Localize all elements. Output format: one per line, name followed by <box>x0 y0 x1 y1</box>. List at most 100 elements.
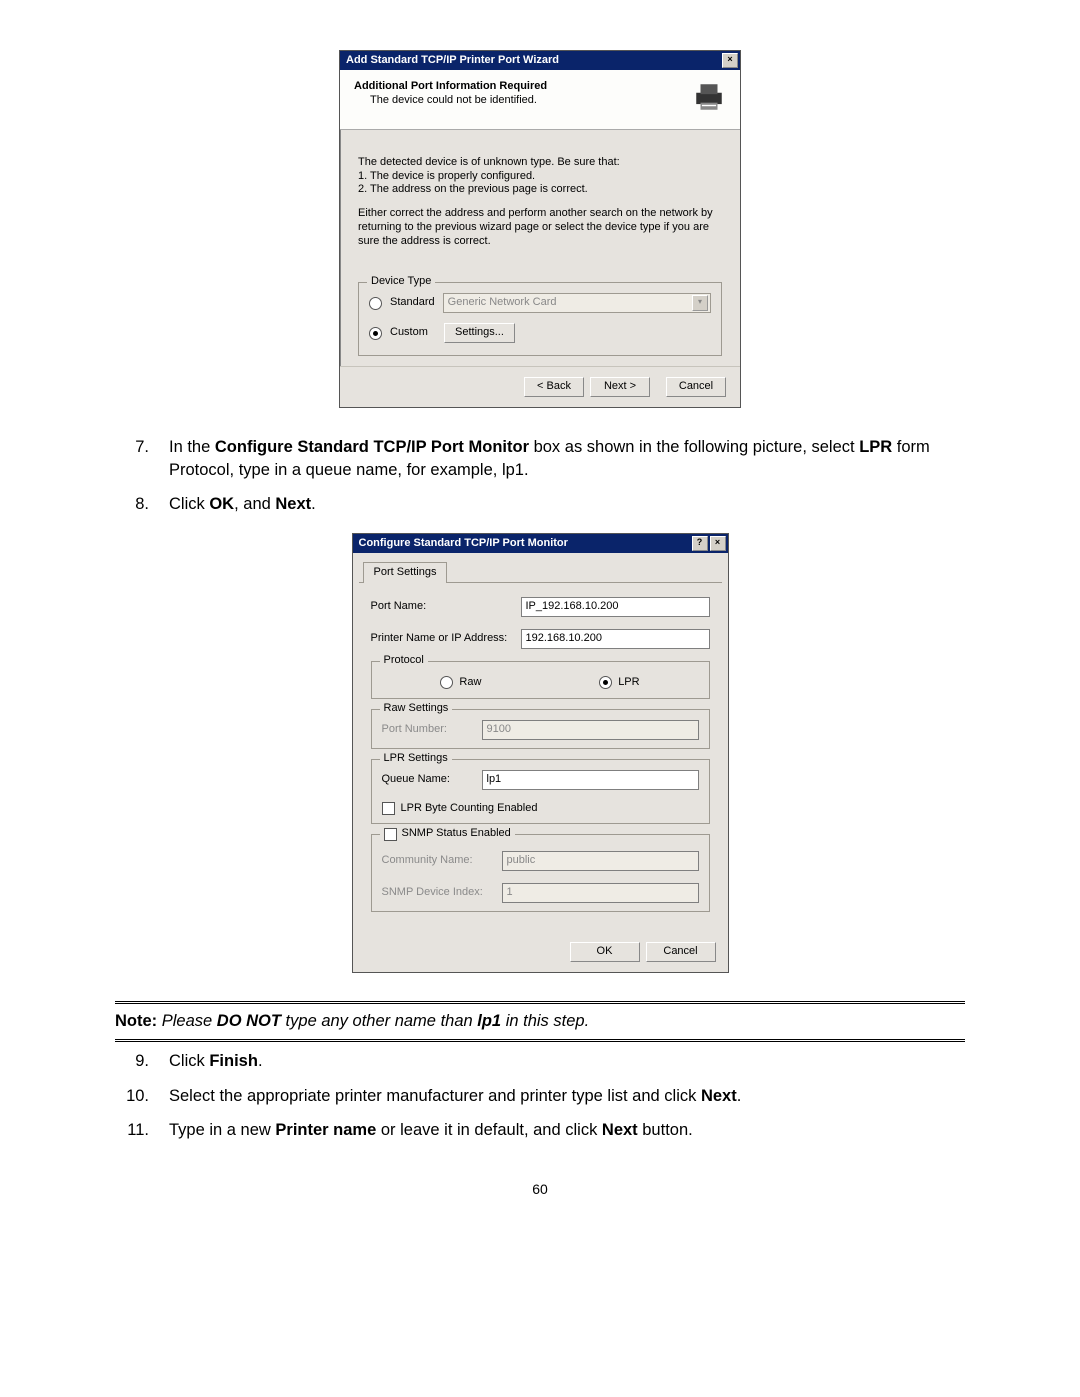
queue-name-input[interactable]: lp1 <box>482 770 699 790</box>
step-7-bold-2: LPR <box>859 438 892 456</box>
raw-settings-legend: Raw Settings <box>380 702 453 716</box>
wizard-title-text: Add Standard TCP/IP Printer Port Wizard <box>346 54 559 68</box>
step-8-bold-1: OK <box>209 495 234 513</box>
step-10-bold: Next <box>701 1087 737 1105</box>
wizard-header-sub: The device could not be identified. <box>370 94 547 108</box>
radio-standard-label: Standard <box>390 296 435 310</box>
note-post: in this step. <box>501 1012 589 1030</box>
raw-port-label: Port Number: <box>382 723 482 737</box>
msg-intro: The detected device is of unknown type. … <box>358 156 722 170</box>
step-8-text-c: . <box>311 495 316 513</box>
step-10-number: 10. <box>115 1085 149 1107</box>
device-type-fieldset: Device Type Standard Generic Network Car… <box>358 282 722 356</box>
queue-name-value: lp1 <box>487 773 502 787</box>
step-8-text-a: Click <box>169 495 209 513</box>
cancel-button[interactable]: Cancel <box>646 942 716 962</box>
note-lp1: lp1 <box>477 1012 501 1030</box>
snmp-fieldset: SNMP Status Enabled Community Name: publ… <box>371 834 710 912</box>
printer-icon <box>692 80 726 119</box>
wizard-header: Additional Port Information Required The… <box>340 70 740 130</box>
next-button[interactable]: Next > <box>590 377 650 397</box>
tab-panel: Port Name: IP_192.168.10.200 Printer Nam… <box>359 582 722 933</box>
lpr-settings-fieldset: LPR Settings Queue Name: lp1 LPR Byte Co… <box>371 759 710 825</box>
wizard-titlebar: Add Standard TCP/IP Printer Port Wizard … <box>340 51 740 70</box>
lpr-byte-label: LPR Byte Counting Enabled <box>401 802 538 816</box>
port-monitor-footer: OK Cancel <box>353 932 728 972</box>
snmp-enabled-label: SNMP Status Enabled <box>402 827 511 841</box>
raw-port-input: 9100 <box>482 720 699 740</box>
wizard-header-title: Additional Port Information Required <box>354 80 547 94</box>
step-8: 8. Click OK, and Next. <box>115 493 965 515</box>
radio-custom-label: Custom <box>390 326 436 340</box>
snmp-enabled-checkbox[interactable] <box>384 828 397 841</box>
step-11-text-b: or leave it in default, and click <box>376 1121 602 1139</box>
port-name-value: IP_192.168.10.200 <box>526 600 619 614</box>
snmp-index-label: SNMP Device Index: <box>382 886 502 900</box>
divider-bottom <box>115 1039 965 1042</box>
ip-address-label: Printer Name or IP Address: <box>371 632 521 646</box>
step-7-text-b: box as shown in the following picture, s… <box>529 438 859 456</box>
step-8-text-b: , and <box>234 495 275 513</box>
note-mid1: Please <box>157 1012 217 1030</box>
step-7-bold-1: Configure Standard TCP/IP Port Monitor <box>215 438 529 456</box>
step-9-text-a: Click <box>169 1052 209 1070</box>
port-monitor-title-text: Configure Standard TCP/IP Port Monitor <box>359 537 568 551</box>
lpr-settings-legend: LPR Settings <box>380 752 452 766</box>
step-10-text-b: . <box>737 1087 742 1105</box>
step-11-text-a: Type in a new <box>169 1121 275 1139</box>
divider-top <box>115 1001 965 1004</box>
msg-bullet-1: 1. The device is properly configured. <box>358 170 722 184</box>
ok-button[interactable]: OK <box>570 942 640 962</box>
step-10-text-a: Select the appropriate printer manufactu… <box>169 1087 701 1105</box>
community-name-input: public <box>502 851 699 871</box>
note-line: Note: Please DO NOT type any other name … <box>115 1012 965 1031</box>
step-7-text-a: In the <box>169 438 215 456</box>
wizard-footer: < Back Next > Cancel <box>340 366 740 407</box>
radio-lpr-label: LPR <box>618 676 639 690</box>
close-icon[interactable]: × <box>722 53 738 68</box>
cancel-button[interactable]: Cancel <box>666 377 726 397</box>
wizard-body: The detected device is of unknown type. … <box>340 130 740 367</box>
queue-name-label: Queue Name: <box>382 773 482 787</box>
port-name-input[interactable]: IP_192.168.10.200 <box>521 597 710 617</box>
back-button[interactable]: < Back <box>524 377 584 397</box>
step-11-number: 11. <box>115 1119 149 1141</box>
raw-port-value: 9100 <box>487 723 511 737</box>
radio-raw[interactable] <box>440 676 453 689</box>
step-7-number: 7. <box>115 436 149 481</box>
snmp-index-input: 1 <box>502 883 699 903</box>
ip-address-input[interactable]: 192.168.10.200 <box>521 629 710 649</box>
note-mid2: type any other name than <box>281 1012 477 1030</box>
close-icon[interactable]: × <box>710 536 726 551</box>
port-monitor-titlebar: Configure Standard TCP/IP Port Monitor ?… <box>353 534 728 553</box>
step-10: 10. Select the appropriate printer manuf… <box>115 1085 965 1107</box>
tab-port-settings[interactable]: Port Settings <box>363 562 448 583</box>
step-9: 9. Click Finish. <box>115 1050 965 1072</box>
lpr-byte-checkbox[interactable] <box>382 802 395 815</box>
chevron-down-icon[interactable]: ▾ <box>692 295 708 311</box>
community-name-label: Community Name: <box>382 854 502 868</box>
step-11-bold-1: Printer name <box>275 1121 376 1139</box>
port-monitor-dialog: Configure Standard TCP/IP Port Monitor ?… <box>352 533 729 973</box>
step-11-text-c: button. <box>638 1121 693 1139</box>
device-type-combo-value: Generic Network Card <box>448 296 557 310</box>
page-number: 60 <box>115 1181 965 1197</box>
wizard-dialog: Add Standard TCP/IP Printer Port Wizard … <box>339 50 741 408</box>
step-11-bold-2: Next <box>602 1121 638 1139</box>
steps-list-2: 9. Click Finish. 10. Select the appropri… <box>115 1050 965 1141</box>
radio-lpr[interactable] <box>599 676 612 689</box>
step-9-number: 9. <box>115 1050 149 1072</box>
settings-button[interactable]: Settings... <box>444 323 515 343</box>
community-name-value: public <box>507 854 536 868</box>
radio-raw-label: Raw <box>459 676 481 690</box>
radio-custom[interactable] <box>369 327 382 340</box>
device-type-combo[interactable]: Generic Network Card ▾ <box>443 293 711 313</box>
port-name-label: Port Name: <box>371 600 521 614</box>
help-icon[interactable]: ? <box>692 536 708 551</box>
step-8-number: 8. <box>115 493 149 515</box>
protocol-fieldset: Protocol Raw LPR <box>371 661 710 699</box>
radio-standard[interactable] <box>369 297 382 310</box>
step-9-text-b: . <box>258 1052 263 1070</box>
raw-settings-fieldset: Raw Settings Port Number: 9100 <box>371 709 710 749</box>
device-type-legend: Device Type <box>367 275 435 289</box>
